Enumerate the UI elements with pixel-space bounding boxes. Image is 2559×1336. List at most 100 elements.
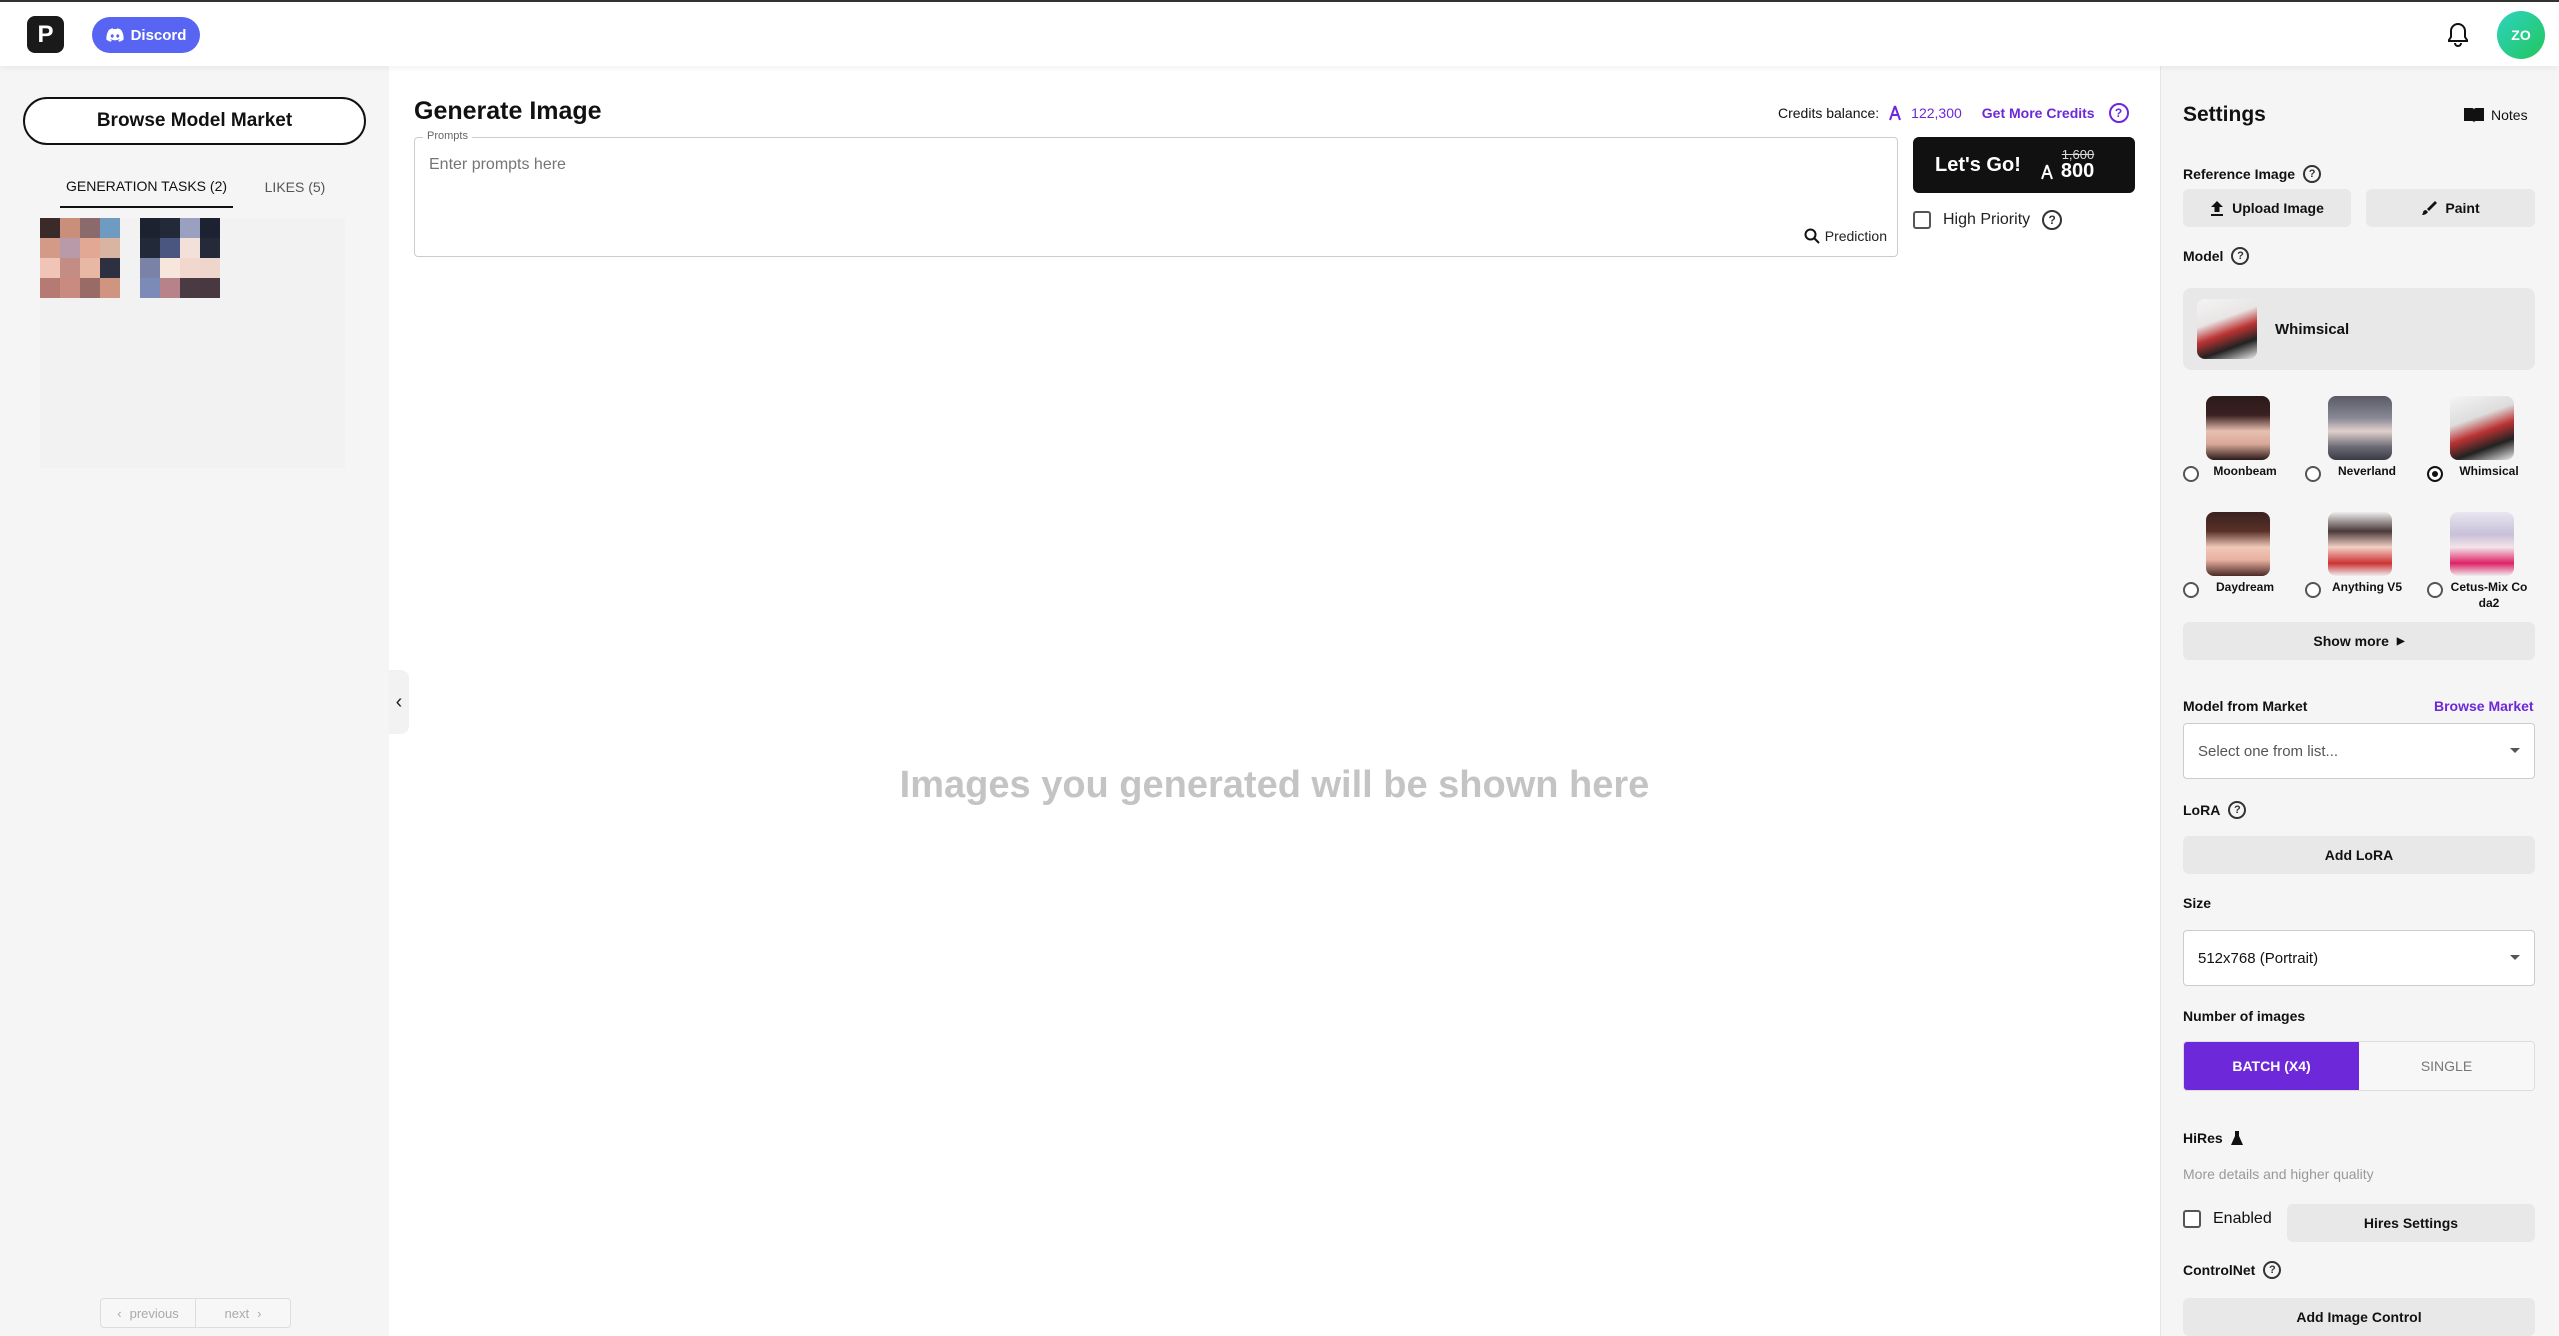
help-icon[interactable]: ? xyxy=(2303,165,2322,183)
search-icon xyxy=(1804,228,1820,244)
model-radio-selected[interactable] xyxy=(2427,466,2443,482)
lets-go-button[interactable]: Let's Go! 1,600 800 xyxy=(1913,137,2135,193)
book-icon xyxy=(2464,108,2484,123)
collapse-panel-button[interactable]: ‹ xyxy=(389,670,409,734)
model-thumbnail xyxy=(2450,512,2514,576)
controlnet-label: ControlNet ? xyxy=(2183,1261,2282,1279)
high-priority-checkbox[interactable] xyxy=(1913,211,1931,229)
left-panel: Browse Model Market GENERATION TASKS (2)… xyxy=(0,66,389,1336)
selected-model-card[interactable]: Whimsical xyxy=(2183,288,2535,370)
model-radio[interactable] xyxy=(2183,582,2199,598)
prompt-legend: Prompts xyxy=(423,130,472,142)
size-select[interactable]: 512x768 (Portrait) xyxy=(2183,930,2535,986)
generation-cost: 1,600 800 xyxy=(2039,148,2094,183)
task-thumbnails xyxy=(40,218,345,468)
previous-page-button[interactable]: ‹ previous xyxy=(101,1299,196,1327)
app-logo[interactable]: P xyxy=(27,16,64,53)
new-cost: 800 xyxy=(2060,160,2095,183)
caret-right-icon: ▶ xyxy=(2396,635,2405,647)
selected-model-name: Whimsical xyxy=(2275,320,2350,338)
credits-balance: Credits balance: 122,300 Get More Credit… xyxy=(1778,103,2129,123)
hires-enabled-option: Enabled xyxy=(2183,1210,2272,1228)
credits-value: 122,300 xyxy=(1911,105,1962,121)
prompt-field[interactable]: Prompts Prediction xyxy=(414,130,1898,257)
get-more-credits-link[interactable]: Get More Credits xyxy=(1982,105,2095,121)
size-label: Size xyxy=(2183,895,2212,911)
hires-hint: More details and higher quality xyxy=(2183,1166,2374,1182)
model-option-cetus-mix[interactable]: Cetus-Mix Coda2 xyxy=(2427,512,2537,611)
model-thumbnail xyxy=(2328,512,2392,576)
discord-icon xyxy=(105,28,124,42)
model-thumbnail xyxy=(2197,299,2257,359)
model-option-daydream[interactable]: Daydream xyxy=(2183,512,2293,598)
history-tabs: GENERATION TASKS (2) LIKES (5) xyxy=(60,166,360,208)
model-from-market-label: Model from Market xyxy=(2183,698,2308,714)
hires-enabled-checkbox[interactable] xyxy=(2183,1210,2201,1228)
model-label: Model ? xyxy=(2183,247,2250,265)
help-icon[interactable]: ? xyxy=(2228,801,2247,819)
upload-image-button[interactable]: Upload Image xyxy=(2183,189,2351,227)
help-icon[interactable]: ? xyxy=(2263,1261,2282,1279)
model-thumbnail xyxy=(2206,396,2270,460)
number-of-images-label: Number of images xyxy=(2183,1008,2306,1024)
dropdown-arrow-icon xyxy=(2510,748,2520,753)
model-option-neverland[interactable]: Neverland xyxy=(2305,396,2415,482)
model-radio[interactable] xyxy=(2427,582,2443,598)
task-thumbnail-2[interactable] xyxy=(140,218,220,298)
tab-generation-tasks[interactable]: GENERATION TASKS (2) xyxy=(60,166,233,208)
model-radio[interactable] xyxy=(2183,466,2199,482)
bell-icon[interactable] xyxy=(2446,22,2470,48)
prompt-input[interactable] xyxy=(429,156,1829,174)
task-thumbnail-1[interactable] xyxy=(40,218,120,298)
top-bar: P Discord ZO xyxy=(0,0,2559,66)
settings-title: Settings xyxy=(2183,103,2266,126)
hires-label: HiRes xyxy=(2183,1130,2243,1146)
tab-likes[interactable]: LIKES (5) xyxy=(255,166,335,208)
credits-help-icon[interactable]: ? xyxy=(2108,103,2129,123)
reference-image-label: Reference Image ? xyxy=(2183,165,2322,183)
paint-button[interactable]: Paint xyxy=(2366,189,2535,227)
hires-settings-button[interactable]: Hires Settings xyxy=(2287,1204,2535,1242)
number-of-images-toggle: BATCH (X4) SINGLE xyxy=(2183,1041,2535,1091)
discord-button[interactable]: Discord xyxy=(92,17,200,53)
page-title: Generate Image xyxy=(414,97,602,125)
model-radio[interactable] xyxy=(2305,582,2321,598)
brush-icon xyxy=(2422,201,2438,215)
settings-panel: Settings Notes Reference Image ? Upload … xyxy=(2160,66,2559,1336)
model-radio[interactable] xyxy=(2305,466,2321,482)
dropdown-arrow-icon xyxy=(2510,955,2520,960)
browse-market-link[interactable]: Browse Market xyxy=(2434,698,2534,714)
model-thumbnail xyxy=(2206,512,2270,576)
show-more-button[interactable]: Show more ▶ xyxy=(2183,622,2535,660)
pagination: ‹ previous next › xyxy=(100,1298,291,1328)
model-option-anything-v5[interactable]: Anything V5 xyxy=(2305,512,2415,598)
discord-label: Discord xyxy=(130,26,187,44)
old-cost: 1,600 xyxy=(2061,146,2095,162)
add-lora-button[interactable]: Add LoRA xyxy=(2183,836,2535,874)
model-option-moonbeam[interactable]: Moonbeam xyxy=(2183,396,2293,482)
help-icon[interactable]: ? xyxy=(2042,210,2063,230)
model-thumbnail xyxy=(2328,396,2392,460)
notes-button[interactable]: Notes xyxy=(2463,106,2528,124)
empty-state-message: Images you generated will be shown here xyxy=(899,764,1650,806)
model-option-whimsical[interactable]: Whimsical xyxy=(2427,396,2537,482)
next-page-button[interactable]: next › xyxy=(196,1299,290,1327)
help-icon[interactable]: ? xyxy=(2231,247,2250,265)
batch-option[interactable]: BATCH (X4) xyxy=(2184,1042,2359,1090)
credits-icon xyxy=(2040,164,2053,180)
credits-icon xyxy=(1889,105,1902,121)
high-priority-label: High Priority xyxy=(1943,211,2031,228)
single-option[interactable]: SINGLE xyxy=(2359,1042,2534,1090)
user-avatar[interactable]: ZO xyxy=(2497,11,2545,59)
model-thumbnail xyxy=(2450,396,2514,460)
lora-label: LoRA ? xyxy=(2183,801,2247,819)
credits-label: Credits balance: xyxy=(1778,105,1880,121)
lets-go-label: Let's Go! xyxy=(1935,153,2021,176)
chevron-left-icon: ‹ xyxy=(395,690,403,713)
market-model-select[interactable]: Select one from list... xyxy=(2183,723,2535,779)
upload-icon xyxy=(2211,201,2224,216)
flask-icon xyxy=(2230,1131,2243,1145)
add-image-control-button[interactable]: Add Image Control xyxy=(2183,1298,2535,1336)
browse-model-market-button[interactable]: Browse Model Market xyxy=(23,97,366,145)
prediction-button[interactable]: Prediction xyxy=(1804,228,1887,244)
